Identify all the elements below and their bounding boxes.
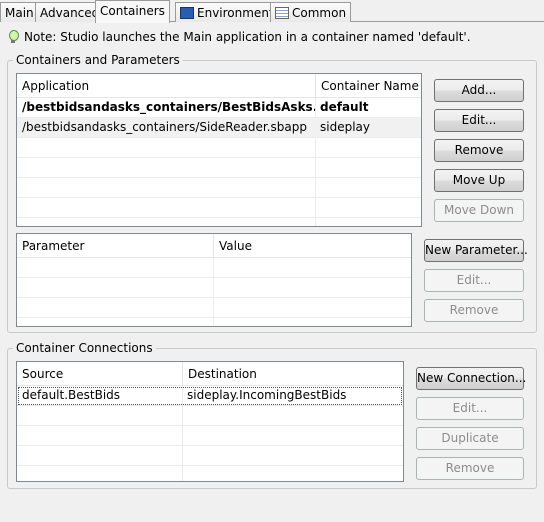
remove-parameter-button[interactable]: Remove bbox=[424, 299, 524, 322]
empty-row bbox=[17, 446, 403, 466]
empty-row bbox=[17, 178, 421, 198]
connections-table-header: Source Destination bbox=[17, 362, 403, 386]
empty-row bbox=[17, 426, 403, 446]
application-table-header: Application Container Name bbox=[17, 74, 421, 98]
application-cell: /bestbidsandasks_containers/SideReader.s… bbox=[22, 120, 307, 134]
tab-label: Main bbox=[5, 6, 34, 20]
empty-row bbox=[17, 466, 403, 481]
application-cell: /bestbidsandasks_containers/BestBidsAsks… bbox=[22, 100, 315, 114]
tab-containers[interactable]: Containers bbox=[95, 0, 170, 23]
empty-row bbox=[17, 258, 411, 278]
tab-label: Containers bbox=[100, 4, 165, 18]
new-parameter-button[interactable]: New Parameter... bbox=[424, 239, 528, 262]
remove-connection-button[interactable]: Remove bbox=[416, 457, 524, 480]
empty-row bbox=[17, 278, 411, 298]
note-line: Note: Studio launches the Main applicati… bbox=[8, 29, 471, 45]
add-button[interactable]: Add... bbox=[434, 79, 524, 102]
source-cell: default.BestBids bbox=[22, 388, 121, 402]
column-header-source[interactable]: Source bbox=[17, 362, 182, 386]
column-header-container-name[interactable]: Container Name bbox=[315, 74, 421, 98]
tab-common[interactable]: Common bbox=[270, 2, 352, 22]
container-name-cell: sideplay bbox=[320, 120, 370, 134]
containers-group-title: Containers and Parameters bbox=[13, 53, 183, 67]
tab-label: Environment bbox=[197, 6, 274, 20]
move-down-button[interactable]: Move Down bbox=[434, 199, 524, 222]
remove-container-button[interactable]: Remove bbox=[434, 139, 524, 162]
table-row[interactable]: /bestbidsandasks_containers/BestBidsAsks… bbox=[17, 98, 421, 118]
new-connection-button[interactable]: New Connection... bbox=[416, 367, 526, 390]
empty-row bbox=[17, 406, 403, 426]
empty-row bbox=[17, 158, 421, 178]
tab-main[interactable]: Main bbox=[0, 2, 39, 22]
application-table[interactable]: Application Container Name /bestbidsanda… bbox=[16, 73, 422, 227]
empty-row bbox=[17, 138, 421, 158]
connections-group-title: Container Connections bbox=[13, 341, 156, 355]
column-header-destination[interactable]: Destination bbox=[182, 362, 403, 386]
table-row[interactable]: default.BestBids sideplay.IncomingBestBi… bbox=[17, 386, 403, 406]
tab-advanced[interactable]: Advanced bbox=[35, 2, 105, 22]
edit-connection-button[interactable]: Edit... bbox=[416, 397, 524, 420]
column-header-application[interactable]: Application bbox=[17, 74, 315, 98]
destination-cell: sideplay.IncomingBestBids bbox=[187, 388, 347, 402]
lightbulb-icon bbox=[8, 30, 19, 44]
empty-row bbox=[17, 298, 411, 318]
tab-label: Common bbox=[292, 6, 347, 20]
edit-parameter-button[interactable]: Edit... bbox=[424, 269, 524, 292]
parameter-table-header: Parameter Value bbox=[17, 234, 411, 258]
move-up-button[interactable]: Move Up bbox=[434, 169, 524, 192]
container-name-cell: default bbox=[320, 100, 369, 114]
parameter-table[interactable]: Parameter Value bbox=[16, 233, 412, 327]
column-header-value[interactable]: Value bbox=[213, 234, 411, 258]
tab-environment[interactable]: Environment bbox=[175, 2, 279, 22]
common-icon bbox=[275, 7, 289, 19]
environment-icon bbox=[180, 7, 194, 19]
edit-container-button[interactable]: Edit... bbox=[434, 109, 524, 132]
tab-label: Advanced bbox=[40, 6, 100, 20]
connections-table[interactable]: Source Destination default.BestBids side… bbox=[16, 361, 404, 482]
table-row[interactable]: /bestbidsandasks_containers/SideReader.s… bbox=[17, 118, 421, 138]
note-text: Note: Studio launches the Main applicati… bbox=[24, 30, 471, 44]
duplicate-connection-button[interactable]: Duplicate bbox=[416, 427, 524, 450]
tab-strip: Main Advanced Containers Environment Com… bbox=[0, 0, 544, 23]
empty-row bbox=[17, 198, 421, 218]
column-header-parameter[interactable]: Parameter bbox=[17, 234, 213, 258]
